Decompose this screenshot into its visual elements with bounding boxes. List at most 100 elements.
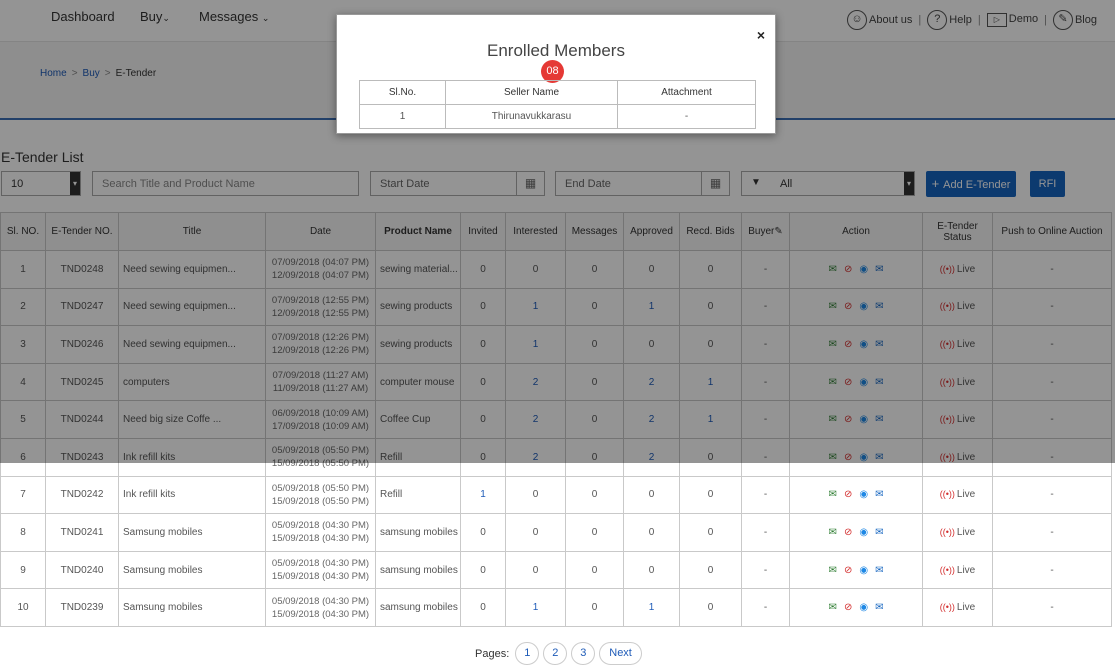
cell-approved: 0 xyxy=(623,513,680,552)
envelope-icon[interactable]: ✉ xyxy=(829,565,837,576)
cell-date: 05/09/2018 (04:30 PM) 15/09/2018 (04:30 P… xyxy=(265,550,376,590)
pages-label: Pages: xyxy=(475,647,510,660)
col-header: Seller Name xyxy=(445,80,618,105)
modal-title: Enrolled Members xyxy=(487,41,625,60)
end-date: 15/09/2018 (04:30 PM) xyxy=(271,533,370,545)
cell-bids: 0 xyxy=(679,588,742,627)
open-envelope-icon[interactable]: ✉ xyxy=(875,603,883,613)
cell-product: Refill xyxy=(375,475,461,515)
end-date: 15/09/2018 (05:50 PM) xyxy=(271,495,370,507)
cell-action: ✉ ⊘ ◉ ✉ xyxy=(789,475,923,515)
live-signal-icon: ((•)) xyxy=(939,564,955,575)
cell-push: - xyxy=(992,513,1112,552)
cell-approved-value: 0 xyxy=(648,564,655,576)
start-date: 05/09/2018 (04:30 PM) xyxy=(271,520,370,532)
eye-icon[interactable]: ◉ xyxy=(859,527,868,538)
cell-interested-value: 0 xyxy=(532,564,539,576)
cell-invited: 1 xyxy=(460,475,506,515)
envelope-icon[interactable]: ✉ xyxy=(829,490,837,500)
cell-date: 05/09/2018 (05:50 PM) 15/09/2018 (05:50 P… xyxy=(265,475,376,515)
next-page-button[interactable]: Next xyxy=(599,642,642,665)
pagination: Pages: 1 2 3 Next xyxy=(475,642,642,665)
cell-attachment: - xyxy=(617,104,756,129)
cell-push: - xyxy=(992,475,1112,515)
page-3-button[interactable]: 3 xyxy=(571,642,596,665)
cell-approved-value[interactable]: 1 xyxy=(649,602,655,613)
cell-tender-no: TND0241 xyxy=(45,513,119,552)
stop-icon[interactable]: ⊘ xyxy=(844,490,852,500)
cell-action: ✉ ⊘ ◉ ✉ xyxy=(789,588,923,627)
page-2-button[interactable]: 2 xyxy=(543,642,568,665)
cell-sl: 7 xyxy=(0,475,46,515)
live-signal-icon: ((•)) xyxy=(939,602,955,613)
live-signal-icon: ((•)) xyxy=(939,489,955,500)
cell-interested: 0 xyxy=(505,550,566,590)
cell-sl: 9 xyxy=(0,550,46,590)
cell-buyer: - xyxy=(741,588,790,627)
cell-bids-value: 0 xyxy=(707,526,714,538)
cell-messages-value: 0 xyxy=(591,489,598,501)
enrolled-members-modal: Enrolled Members × 08 Sl.No. Seller Name… xyxy=(336,14,776,134)
cell-messages: 0 xyxy=(565,475,624,515)
col-header: Sl.No. xyxy=(359,80,446,105)
cell-push: - xyxy=(992,588,1112,627)
cell-invited-value[interactable]: 1 xyxy=(480,489,486,500)
cell-product: samsung mobiles xyxy=(375,513,461,552)
cell-messages: 0 xyxy=(565,550,624,590)
cell-invited-value: 0 xyxy=(480,602,486,614)
stop-icon[interactable]: ⊘ xyxy=(844,527,852,538)
cell-approved: 0 xyxy=(623,475,680,515)
cell-interested: 0 xyxy=(505,475,566,515)
cell-interested: 1 xyxy=(505,588,566,627)
cell-title: Samsung mobiles xyxy=(118,550,266,590)
cell-messages-value: 0 xyxy=(591,564,598,576)
col-header: Attachment xyxy=(617,80,756,105)
status-label: Live xyxy=(956,526,976,538)
cell-interested: 0 xyxy=(505,513,566,552)
cell-title: Ink refill kits xyxy=(118,475,266,515)
cell-action: ✉ ⊘ ◉ ✉ xyxy=(789,513,923,552)
eye-icon[interactable]: ◉ xyxy=(859,565,868,576)
envelope-icon[interactable]: ✉ xyxy=(829,527,837,538)
envelope-icon[interactable]: ✉ xyxy=(829,603,837,613)
table-row: 9 TND0240 Samsung mobiles 05/09/2018 (04:30… xyxy=(0,550,1112,590)
cell-title: Samsung mobiles xyxy=(118,513,266,552)
open-envelope-icon[interactable]: ✉ xyxy=(875,565,883,576)
cell-buyer: - xyxy=(741,475,790,515)
eye-icon[interactable]: ◉ xyxy=(859,603,868,613)
open-envelope-icon[interactable]: ✉ xyxy=(875,490,883,500)
cell-status: ((•)) Live xyxy=(922,588,993,627)
cell-sl: 1 xyxy=(359,104,446,129)
cell-bids: 0 xyxy=(679,513,742,552)
cell-interested-value: 0 xyxy=(532,489,539,501)
cell-product: samsung mobiles xyxy=(375,550,461,590)
eye-icon[interactable]: ◉ xyxy=(859,490,868,500)
cell-bids-value: 0 xyxy=(707,602,714,614)
cell-approved: 1 xyxy=(623,588,680,627)
status-label: Live xyxy=(956,489,976,501)
cell-invited-value: 0 xyxy=(480,564,486,576)
cell-push: - xyxy=(992,550,1112,590)
cell-buyer: - xyxy=(741,550,790,590)
cell-tender-no: TND0239 xyxy=(45,588,119,627)
stop-icon[interactable]: ⊘ xyxy=(844,565,852,576)
status-label: Live xyxy=(956,602,976,614)
end-date: 15/09/2018 (04:30 PM) xyxy=(271,608,370,620)
cell-approved: 0 xyxy=(623,550,680,590)
open-envelope-icon[interactable]: ✉ xyxy=(875,527,883,538)
cell-seller-name: Thirunavukkarasu xyxy=(445,104,618,129)
cell-date: 05/09/2018 (04:30 PM) 15/09/2018 (04:30 P… xyxy=(265,588,376,627)
cell-messages: 0 xyxy=(565,513,624,552)
page-1-button[interactable]: 1 xyxy=(515,642,540,665)
cell-messages-value: 0 xyxy=(591,602,598,614)
cell-invited: 0 xyxy=(460,513,506,552)
cell-status: ((•)) Live xyxy=(922,475,993,515)
cell-action: ✉ ⊘ ◉ ✉ xyxy=(789,550,923,590)
cell-sl: 8 xyxy=(0,513,46,552)
cell-messages: 0 xyxy=(565,588,624,627)
stop-icon[interactable]: ⊘ xyxy=(844,603,852,613)
close-icon[interactable]: × xyxy=(757,27,765,43)
cell-interested-value[interactable]: 1 xyxy=(533,602,539,613)
modal-header-row: Sl.No. Seller Name Attachment xyxy=(359,80,756,105)
cell-title: Samsung mobiles xyxy=(118,588,266,627)
